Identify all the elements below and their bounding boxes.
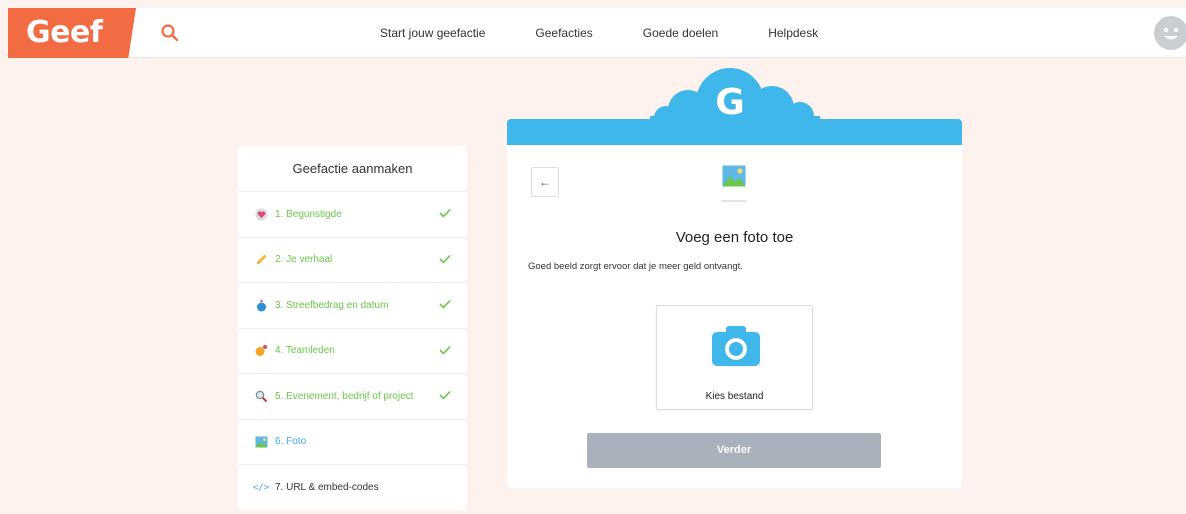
camera-icon	[712, 326, 760, 366]
choose-file-label: Kies bestand	[705, 391, 764, 402]
card-title: Voeg een foto toe	[675, 229, 794, 246]
step-indicator-underline	[721, 200, 747, 202]
checkmark-icon	[439, 208, 451, 218]
steps-panel: Geefactie aanmaken 1. Begunstigde 2. Je …	[238, 146, 467, 510]
magnifier-icon	[254, 389, 268, 403]
step-label: 5. Evenement, bedrijf of project	[275, 390, 414, 402]
checkmark-icon	[439, 254, 451, 264]
nav-geefacties[interactable]: Geefacties	[535, 26, 592, 40]
step-url-embed[interactable]: </> 7. URL & embed-codes	[238, 465, 467, 511]
heart-icon	[254, 207, 268, 221]
photo-step-card: ← Voeg een foto toe Goed beeld zorgt erv…	[507, 145, 962, 488]
top-navigation-bar: Geef Start jouw geefactie Geefacties Goe…	[8, 8, 1186, 58]
step-evenement[interactable]: 5. Evenement, bedrijf of project	[238, 374, 467, 420]
search-icon[interactable]	[160, 23, 180, 43]
choose-file-button[interactable]: Kies bestand	[656, 305, 813, 410]
back-button[interactable]: ←	[531, 167, 559, 197]
step-teamleden[interactable]: 4. Teamleden	[238, 329, 467, 374]
step-streefbedrag[interactable]: 3. Streefbedrag en datum	[238, 283, 467, 329]
checkmark-icon	[439, 390, 451, 400]
nav-goede-doelen[interactable]: Goede doelen	[643, 26, 718, 40]
step-label: 6. Foto	[275, 436, 307, 448]
smiley-avatar-icon	[1163, 27, 1179, 40]
nav-start-geefactie[interactable]: Start jouw geefactie	[380, 26, 485, 40]
step-je-verhaal[interactable]: 2. Je verhaal	[238, 238, 467, 283]
card-description: Goed beeld zorgt ervoor dat je meer geld…	[528, 261, 743, 272]
checkmark-icon	[439, 345, 451, 355]
picture-icon	[254, 435, 268, 449]
checkmark-icon	[439, 299, 451, 309]
badge-letter: G	[715, 82, 745, 123]
nav-helpdesk[interactable]: Helpdesk	[768, 26, 818, 40]
step-label: 3. Streefbedrag en datum	[275, 299, 389, 311]
step-label: 2. Je verhaal	[275, 254, 333, 266]
team-icon	[254, 344, 268, 358]
code-icon: </>	[252, 482, 270, 493]
money-bag-icon	[254, 298, 268, 312]
user-avatar[interactable]	[1154, 16, 1186, 50]
picture-icon	[722, 165, 746, 187]
main-nav: Start jouw geefactie Geefacties Goede do…	[380, 8, 868, 58]
geef-logo[interactable]: Geef	[8, 8, 136, 58]
card-header-bar	[507, 119, 962, 145]
step-label: 7. URL & embed-codes	[275, 482, 379, 494]
step-foto[interactable]: 6. Foto	[238, 420, 467, 465]
next-button[interactable]: Verder	[587, 433, 881, 468]
step-label: 1. Begunstigde	[275, 208, 342, 220]
step-begunstigde[interactable]: 1. Begunstigde	[238, 192, 467, 238]
pencil-icon	[254, 253, 268, 267]
steps-panel-title: Geefactie aanmaken	[238, 146, 467, 192]
step-label: 4. Teamleden	[275, 345, 335, 357]
